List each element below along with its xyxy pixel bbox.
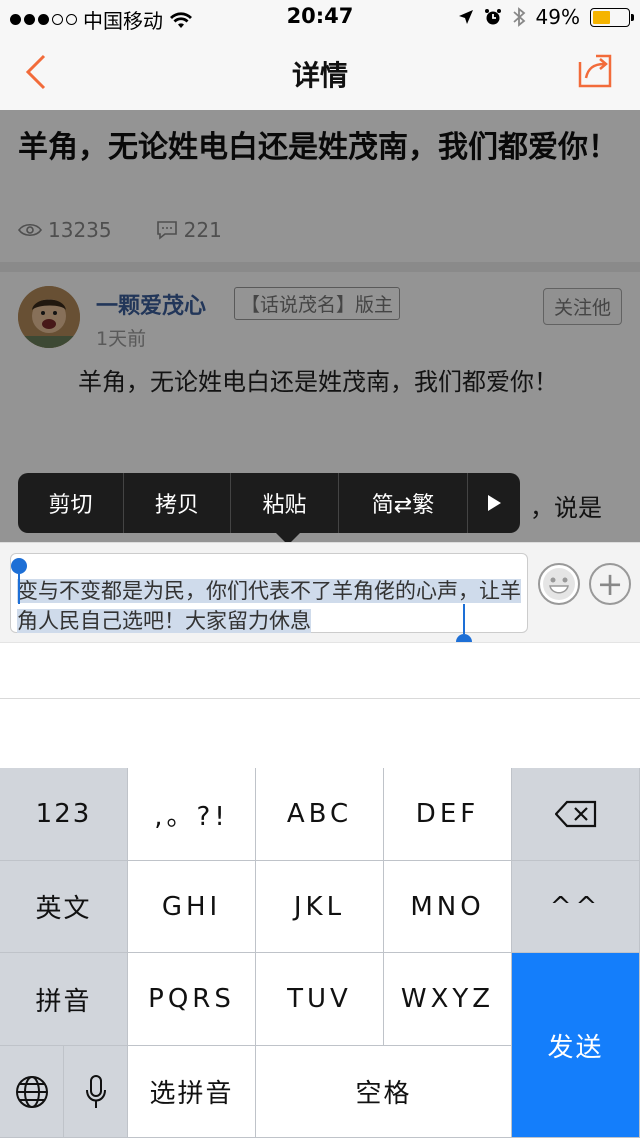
convert-menu-item[interactable]: 简⇄繁 (339, 473, 468, 533)
key-wxyz[interactable]: WXYZ (384, 953, 512, 1046)
spacer (0, 642, 640, 698)
key-punctuation[interactable]: ,。?! (128, 768, 256, 861)
status-right: 49% (458, 5, 634, 29)
key-jkl[interactable]: JKL (256, 861, 384, 953)
battery-icon (590, 7, 634, 27)
cut-menu-item[interactable]: 剪切 (18, 473, 124, 533)
key-pqrs[interactable]: PQRS (128, 953, 256, 1046)
status-bar: 中国移动 20:47 49% (0, 0, 640, 36)
microphone-icon[interactable] (64, 1046, 128, 1138)
smiley-icon[interactable] (538, 563, 580, 605)
comment-input[interactable]: 变与不变都是为民，你们代表不了羊角佬的心声，让羊角人民自己选吧！大家留力休息 (10, 553, 528, 650)
nav-bar: 详情 (0, 36, 640, 110)
comment-text: 变与不变都是为民，你们代表不了羊角佬的心声，让羊角人民自己选吧！大家留力休息 (17, 579, 521, 633)
plus-icon[interactable]: + (589, 563, 631, 605)
selected-text[interactable]: 变与不变都是为民，你们代表不了羊角佬的心声，让羊角人民自己选吧！大家留力休息 (17, 576, 527, 636)
share-icon[interactable] (576, 52, 614, 90)
space-key[interactable]: 空格 (256, 1046, 512, 1138)
paste-menu-item[interactable]: 粘贴 (231, 473, 339, 533)
selection-end-handle[interactable] (463, 604, 465, 634)
candidate-bar (0, 698, 640, 768)
selection-start-handle[interactable] (18, 574, 20, 604)
key-123[interactable]: 123 (0, 768, 128, 861)
backspace-icon[interactable] (512, 768, 640, 861)
compose-bar: 变与不变都是为民，你们代表不了羊角佬的心声，让羊角人民自己选吧！大家留力休息 + (0, 542, 640, 650)
send-button[interactable]: 发送 (512, 953, 640, 1138)
key-def[interactable]: DEF (384, 768, 512, 861)
key-english[interactable]: 英文 (0, 861, 128, 953)
edit-menu: 剪切 拷贝 粘贴 简⇄繁 (18, 473, 520, 545)
bluetooth-icon (512, 7, 525, 27)
key-select-pinyin[interactable]: 选拼音 (128, 1046, 256, 1138)
key-emoticon[interactable]: ^^ (512, 861, 640, 953)
key-mno[interactable]: MNO (384, 861, 512, 953)
copy-menu-item[interactable]: 拷贝 (124, 473, 231, 533)
location-icon (458, 10, 473, 24)
key-pinyin[interactable]: 拼音 (0, 953, 128, 1046)
key-ghi[interactable]: GHI (128, 861, 256, 953)
selection-start-knob[interactable] (11, 558, 27, 574)
page-title: 详情 (291, 59, 348, 92)
battery-label: 49% (535, 5, 580, 29)
keyboard: 123 ,。?! ABC DEF 英文 GHI JKL MNO ^^ 拼音 PQ… (0, 768, 640, 1138)
play-icon[interactable] (468, 473, 520, 533)
key-abc[interactable]: ABC (256, 768, 384, 861)
alarm-icon (484, 9, 501, 25)
globe-icon[interactable] (0, 1046, 64, 1138)
key-tuv[interactable]: TUV (256, 953, 384, 1046)
